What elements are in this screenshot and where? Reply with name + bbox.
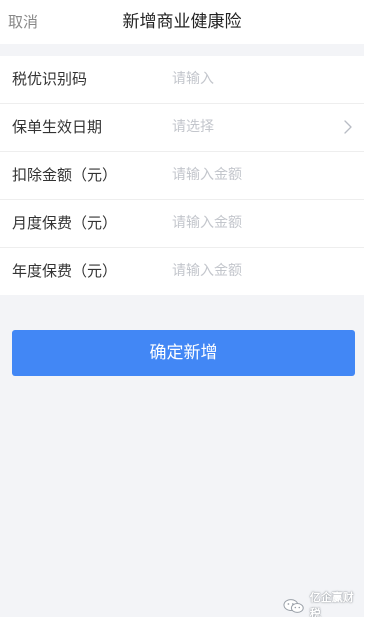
deduction-amount-label: 扣除金额（元） xyxy=(12,166,118,184)
effective-date-picker[interactable]: 请选择 xyxy=(172,117,214,137)
monthly-premium-input[interactable] xyxy=(172,212,322,234)
annual-premium-input[interactable] xyxy=(172,260,322,282)
deduction-amount-input[interactable] xyxy=(172,164,322,186)
chevron-right-icon xyxy=(344,120,352,134)
form-row-effective-date[interactable]: 保单生效日期 请选择 xyxy=(0,104,364,152)
confirm-add-button[interactable]: 确定新增 xyxy=(12,330,355,376)
tax-id-label: 税优识别码 xyxy=(12,70,88,88)
watermark-text: 亿企赢财税 xyxy=(309,591,354,617)
monthly-premium-label: 月度保费（元） xyxy=(12,214,118,232)
page-title: 新增商业健康险 xyxy=(122,12,242,32)
annual-premium-label: 年度保费（元） xyxy=(12,262,118,280)
health-insurance-form: 税优识别码 保单生效日期 请选择 扣除金额（元） 月度保费（元） 年度保费（元） xyxy=(0,56,364,295)
watermark: 亿企赢财税 xyxy=(282,590,364,617)
form-row-monthly-premium: 月度保费（元） xyxy=(0,200,364,248)
form-row-deduction-amount: 扣除金额（元） xyxy=(0,152,364,200)
screen: 取消 新增商业健康险 税优识别码 保单生效日期 请选择 扣除金额（元） 月度保费… xyxy=(0,0,364,617)
form-row-annual-premium: 年度保费（元） xyxy=(0,248,364,295)
navigation-bar: 取消 新增商业健康险 xyxy=(0,0,364,44)
wechat-icon xyxy=(283,599,304,613)
tax-id-input[interactable] xyxy=(172,68,322,90)
right-edge-strip xyxy=(364,0,371,617)
form-row-tax-id: 税优识别码 xyxy=(0,56,364,104)
effective-date-label: 保单生效日期 xyxy=(12,118,103,136)
